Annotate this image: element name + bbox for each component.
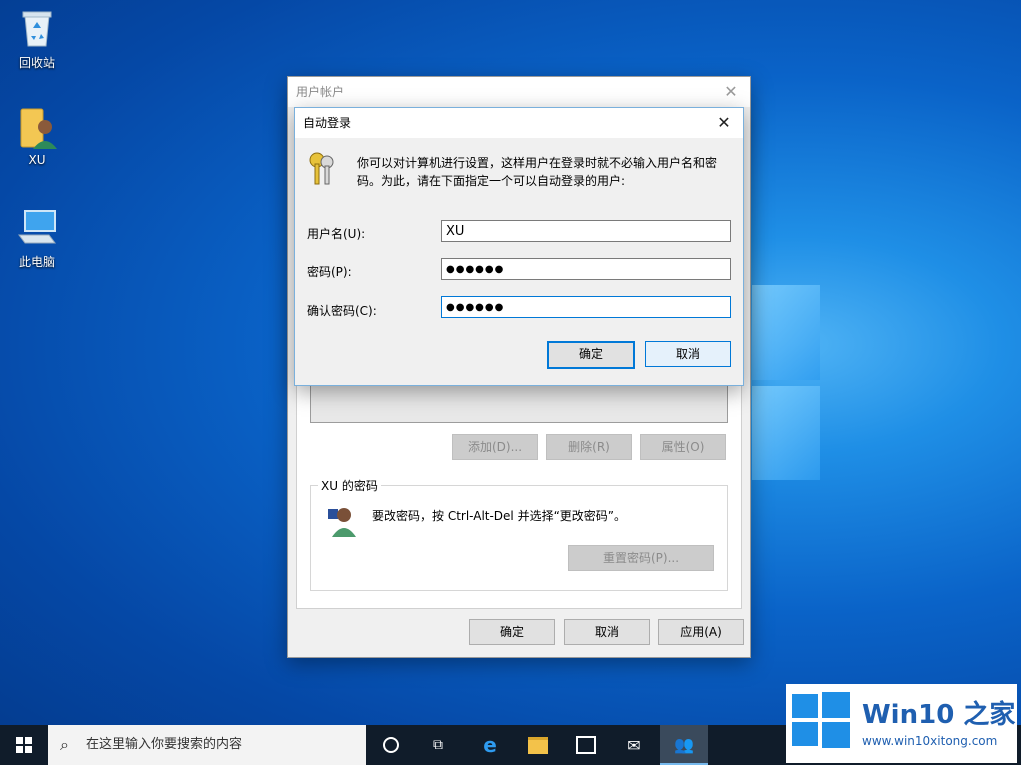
- close-icon: ✕: [724, 82, 738, 101]
- taskbar-search-box[interactable]: ⌕ 在这里输入你要搜索的内容: [48, 725, 366, 765]
- password-group-label: XU 的密码: [318, 477, 381, 494]
- user-key-icon: [326, 503, 358, 537]
- windows-start-icon: [16, 737, 32, 753]
- auto-login-titlebar[interactable]: 自动登录 ✕: [295, 108, 743, 138]
- username-label: 用户名(U):: [307, 227, 366, 241]
- start-button[interactable]: [0, 725, 48, 765]
- add-user-button[interactable]: 添加(D)...: [452, 434, 538, 460]
- desktop-icon-recycle-bin[interactable]: 回收站: [2, 6, 72, 71]
- confirm-password-input[interactable]: ●●●●●●: [441, 296, 731, 318]
- user-accounts-taskbar-button[interactable]: 👥: [660, 725, 708, 765]
- taskbar-search-placeholder: 在这里输入你要搜索的内容: [86, 737, 243, 752]
- user-accounts-title: 用户帐户: [296, 85, 345, 99]
- close-icon: ✕: [717, 113, 731, 132]
- auto-login-description: 你可以对计算机进行设置，这样用户在登录时就不必输入用户名和密码。为此，请在下面指…: [357, 156, 718, 188]
- accounts-apply-button[interactable]: 应用(A): [658, 619, 744, 645]
- edge-icon: e: [483, 733, 497, 757]
- properties-button[interactable]: 属性(O): [640, 434, 726, 460]
- remove-user-button[interactable]: 删除(R): [546, 434, 632, 460]
- watermark-badge: Win10 之家 www.win10xitong.com: [786, 684, 1017, 763]
- windows-logo-icon: [792, 692, 850, 748]
- auto-login-close-button[interactable]: ✕: [705, 108, 743, 138]
- watermark-url: www.win10xitong.com: [862, 734, 998, 748]
- desktop-icon-this-pc[interactable]: 此电脑: [2, 205, 72, 270]
- cortana-circle-icon: [383, 737, 399, 753]
- accounts-ok-button[interactable]: 确定: [469, 619, 555, 645]
- user-accounts-close-button[interactable]: ✕: [712, 77, 750, 107]
- desktop-icon-user-folder[interactable]: XU: [2, 105, 72, 167]
- edge-button[interactable]: e: [466, 725, 514, 765]
- auto-login-title: 自动登录: [303, 116, 352, 130]
- password-label: 密码(P):: [307, 265, 352, 279]
- this-pc-icon: [15, 205, 59, 249]
- cortana-button[interactable]: [367, 725, 415, 765]
- desktop-icon-label: XU: [28, 153, 46, 167]
- file-explorer-button[interactable]: [514, 725, 562, 765]
- desktop-icon-label: 此电脑: [18, 255, 55, 269]
- recycle-bin-icon: [15, 6, 59, 50]
- reset-password-button[interactable]: 重置密码(P)...: [568, 545, 714, 571]
- watermark-brand: Win10 之家: [862, 700, 1016, 730]
- auto-login-dialog: 自动登录 ✕ 你可以对计算机进行设置，这样用户在登录时就不必输入用户名和密码。为…: [294, 107, 744, 386]
- accounts-cancel-button[interactable]: 取消: [564, 619, 650, 645]
- password-group: [310, 485, 728, 591]
- users-icon: 👥: [674, 734, 694, 754]
- task-view-icon: ⧉: [433, 737, 443, 753]
- keys-icon: [305, 150, 341, 188]
- auto-login-ok-button[interactable]: 确定: [547, 341, 635, 369]
- store-button[interactable]: [562, 725, 610, 765]
- mail-icon: ✉: [627, 735, 641, 755]
- password-hint-text: 要改密码，按 Ctrl-Alt-Del 并选择“更改密码”。: [372, 509, 627, 523]
- confirm-password-label: 确认密码(C):: [307, 304, 377, 318]
- folder-icon: [528, 736, 548, 754]
- users-list[interactable]: [310, 383, 728, 423]
- username-input[interactable]: XU: [441, 220, 731, 242]
- desktop-icon-label: 回收站: [18, 56, 55, 70]
- search-icon: ⌕: [60, 735, 69, 754]
- user-folder-icon: [15, 105, 59, 149]
- store-bag-icon: [576, 736, 596, 754]
- user-accounts-titlebar[interactable]: 用户帐户 ✕: [288, 77, 750, 107]
- task-view-button[interactable]: ⧉: [414, 725, 462, 765]
- password-input[interactable]: ●●●●●●: [441, 258, 731, 280]
- mail-button[interactable]: ✉: [610, 725, 658, 765]
- auto-login-cancel-button[interactable]: 取消: [645, 341, 731, 367]
